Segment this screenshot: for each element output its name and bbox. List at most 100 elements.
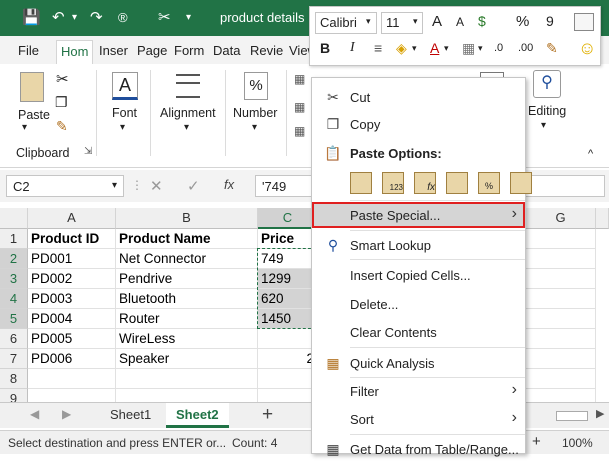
menu-item-clear-contents[interactable]: Clear Contents	[312, 319, 525, 345]
decrease-font-icon[interactable]: A	[456, 15, 464, 29]
menu-item-copy[interactable]: ❐ Copy	[312, 111, 525, 137]
paste-dropdown-icon[interactable]: ▾	[22, 122, 27, 133]
alignment-icon[interactable]	[176, 74, 200, 98]
cell-b6[interactable]: WireLess	[116, 329, 258, 349]
format-painter-icon[interactable]: ✎	[56, 118, 68, 135]
menu-item-paste-special[interactable]: Paste Special... ›	[312, 202, 525, 228]
column-header-c[interactable]: C	[258, 208, 318, 229]
scroll-right-icon[interactable]: ▶	[62, 407, 71, 421]
align-center-icon[interactable]: ≡	[374, 39, 382, 57]
decrease-decimal-icon[interactable]: .00	[518, 39, 533, 57]
chevron-down-icon[interactable]: ▾	[444, 39, 449, 57]
cut-icon[interactable]: ✂	[158, 9, 171, 27]
increase-decimal-icon[interactable]: .0	[494, 39, 503, 57]
zoom-in-icon[interactable]: +	[532, 433, 541, 450]
tab-review[interactable]: Revie	[250, 43, 283, 58]
copy-icon[interactable]: ❐	[55, 94, 68, 111]
row-header[interactable]: 7	[0, 349, 28, 369]
chevron-down-icon[interactable]: ▾	[478, 39, 483, 57]
chevron-down-icon[interactable]: ▾	[366, 16, 371, 27]
menu-item-insert-copied-cells[interactable]: Insert Copied Cells...	[312, 262, 525, 288]
menu-item-delete[interactable]: Delete...	[312, 291, 525, 317]
alignment-dropdown-icon[interactable]: ▾	[184, 122, 189, 133]
column-header-g[interactable]: G	[526, 208, 596, 229]
borders-icon[interactable]: ▦	[462, 39, 475, 57]
chevron-down-icon[interactable]: ▾	[413, 16, 418, 27]
format-painter-icon[interactable]: ✎	[546, 39, 558, 57]
menu-item-filter[interactable]: Filter ›	[312, 378, 525, 404]
row-header[interactable]: 5	[0, 309, 28, 329]
paste-formulas-icon[interactable]: fx	[414, 172, 436, 194]
horizontal-scrollbar[interactable]	[556, 411, 588, 421]
cell-a3[interactable]: PD002	[28, 269, 116, 289]
cell-c6[interactable]	[258, 329, 318, 349]
cell-b7[interactable]: Speaker	[116, 349, 258, 369]
sheet-tab-sheet1[interactable]: Sheet1	[100, 403, 161, 428]
row-header[interactable]: 2	[0, 249, 28, 269]
search-icon[interactable]: ⚲	[533, 70, 561, 98]
paste-icon[interactable]	[350, 172, 372, 194]
cell-b4[interactable]: Bluetooth	[116, 289, 258, 309]
cell-c8[interactable]	[258, 369, 318, 389]
row-header[interactable]: 4	[0, 289, 28, 309]
chevron-down-icon[interactable]: ▾	[412, 39, 417, 57]
cell-g2[interactable]	[526, 249, 596, 269]
scroll-left-icon[interactable]: ◀	[30, 407, 39, 421]
cancel-icon[interactable]: ✕	[150, 177, 163, 195]
cell-g4[interactable]	[526, 289, 596, 309]
accounting-format-icon[interactable]: $	[478, 13, 486, 29]
cell-b1[interactable]: Product Name	[116, 229, 258, 249]
add-sheet-button[interactable]: +	[262, 404, 273, 426]
fill-color-icon[interactable]: ◈	[396, 39, 407, 57]
row-header[interactable]: 8	[0, 369, 28, 389]
cell-b3[interactable]: Pendrive	[116, 269, 258, 289]
tab-file[interactable]: File	[18, 43, 39, 58]
font-dropdown-icon[interactable]: ▾	[120, 122, 125, 133]
menu-item-quick-analysis[interactable]: ▦ Quick Analysis	[312, 350, 525, 376]
undo-icon[interactable]: ↶	[52, 9, 65, 27]
format-as-table-icon[interactable]: ▦	[294, 100, 305, 114]
cell-a8[interactable]	[28, 369, 116, 389]
cell-styles-icon[interactable]: ▦	[294, 124, 305, 138]
save-icon[interactable]: 💾	[22, 9, 41, 27]
increase-font-icon[interactable]: A	[432, 13, 442, 30]
undo-dropdown-icon[interactable]: ▾	[72, 9, 77, 27]
collapse-ribbon-icon[interactable]: ^	[588, 148, 593, 160]
paste-icon[interactable]	[20, 72, 44, 102]
cell-c1[interactable]: Price	[258, 229, 318, 249]
paste-formatting-icon[interactable]: %	[478, 172, 500, 194]
smiley-icon[interactable]: ☺	[578, 38, 596, 59]
cell-a7[interactable]: PD006	[28, 349, 116, 369]
menu-item-smart-lookup[interactable]: ⚲ Smart Lookup	[312, 232, 525, 258]
cell-c7[interactable]: 2	[258, 349, 318, 369]
sheet-tab-sheet2[interactable]: Sheet2	[166, 403, 229, 428]
scroll-right-arrow-icon[interactable]: ▶	[596, 407, 604, 420]
select-all-corner[interactable]	[0, 208, 28, 229]
paste-transpose-icon[interactable]	[446, 172, 468, 194]
tab-data[interactable]: Data	[213, 43, 240, 58]
cell-g8[interactable]	[526, 369, 596, 389]
column-header-h[interactable]	[596, 208, 609, 229]
font-group-label[interactable]: Font	[112, 106, 137, 120]
name-box[interactable]: C2	[6, 175, 124, 197]
font-size-icon[interactable]: ®	[118, 9, 128, 27]
percent-icon[interactable]: %	[516, 13, 529, 30]
editing-group-label[interactable]: Editing	[528, 104, 566, 118]
conditional-formatting-icon[interactable]: ▦	[294, 72, 305, 86]
insert-function-icon[interactable]: fx	[224, 177, 234, 192]
number-dropdown-icon[interactable]: ▾	[252, 122, 257, 133]
zoom-level[interactable]: 100%	[562, 436, 593, 450]
redo-icon[interactable]: ↷	[90, 9, 103, 27]
cut-icon[interactable]: ✂	[56, 70, 69, 88]
enter-icon[interactable]: ✓	[187, 177, 200, 195]
row-header[interactable]: 3	[0, 269, 28, 289]
italic-button[interactable]: I	[350, 39, 355, 57]
cell-a6[interactable]: PD005	[28, 329, 116, 349]
font-icon[interactable]: A	[112, 72, 138, 100]
dialog-launcher-icon[interactable]: ⇲	[84, 146, 92, 157]
row-header[interactable]: 1	[0, 229, 28, 249]
cell-g7[interactable]	[526, 349, 596, 369]
cell-b2[interactable]: Net Connector	[116, 249, 258, 269]
tab-page-layout[interactable]: Page	[137, 43, 167, 58]
cell-a1[interactable]: Product ID	[28, 229, 116, 249]
